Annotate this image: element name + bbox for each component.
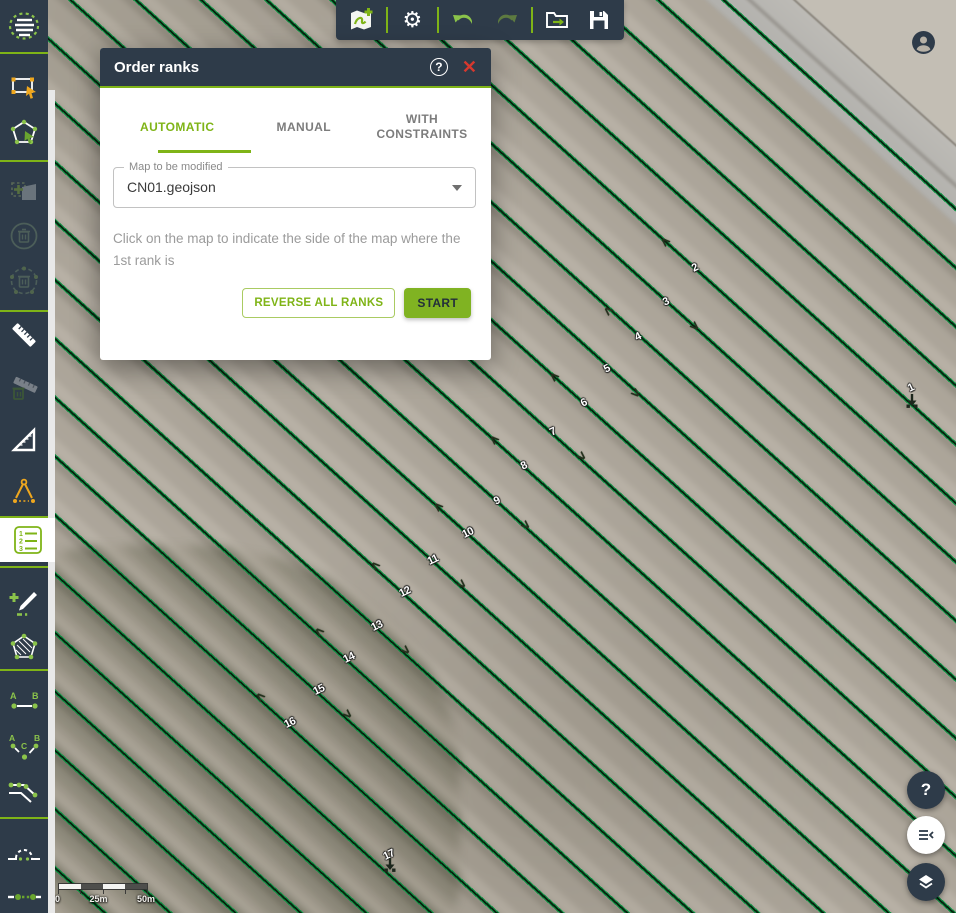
- tab-manual[interactable]: MANUAL: [241, 120, 368, 135]
- dialog-instruction: Click on the map to indicate the side of…: [113, 228, 475, 273]
- delete-selection-icon: [8, 265, 40, 297]
- svg-text:A: A: [9, 733, 15, 743]
- offset-lines-icon: [6, 776, 42, 808]
- segment-ab-tool[interactable]: A B: [0, 681, 48, 725]
- order-ranks-dialog: Order ranks ? ✕ AUTOMATIC MANUAL WITH CO…: [100, 48, 491, 360]
- draw-polygon-tool[interactable]: [0, 625, 48, 669]
- scale-label-end: 50m: [137, 894, 155, 904]
- select-polygon-icon: [9, 118, 39, 148]
- dialog-header[interactable]: Order ranks ? ✕: [100, 48, 491, 88]
- add-shape-icon: [9, 175, 39, 205]
- close-icon[interactable]: ✕: [462, 58, 477, 76]
- draw-polygon-icon: [8, 631, 40, 663]
- dashed-line-icon: [6, 887, 42, 913]
- select-rectangle-icon: [9, 72, 39, 102]
- undo-icon: [450, 6, 478, 34]
- user-avatar[interactable]: [911, 30, 936, 60]
- collapse-menu-fab[interactable]: [907, 816, 945, 854]
- chevron-down-icon: [452, 185, 462, 191]
- order-ranks-tool[interactable]: 1 2 3: [0, 518, 55, 562]
- segment-ab-icon: A B: [6, 688, 42, 718]
- draw-line-tool[interactable]: [0, 581, 48, 625]
- svg-text:B: B: [34, 733, 40, 743]
- order-ranks-icon: 1 2 3: [12, 524, 44, 556]
- collapse-menu-icon: [916, 825, 936, 845]
- redo-icon: [492, 6, 520, 34]
- delete-feature-tool[interactable]: [0, 214, 48, 258]
- set-square-icon: [7, 423, 41, 457]
- dialog-title: Order ranks: [114, 59, 430, 76]
- measure-ruler-tool[interactable]: [0, 313, 48, 357]
- delete-feature-icon: [8, 220, 40, 252]
- map-scale-bar: 0 25m 50m: [58, 883, 154, 904]
- app-window: 12>3>4>5>6>7>8>9>10>11>12>13>14>15>16>17…: [0, 0, 956, 913]
- start-button[interactable]: START: [404, 288, 471, 318]
- export-folder-icon: [543, 6, 571, 34]
- dialog-actions: REVERSE ALL RANKS START: [100, 288, 471, 318]
- field-rows-icon: [7, 9, 41, 43]
- export-folder-button[interactable]: [540, 3, 574, 37]
- redo-button[interactable]: [489, 3, 523, 37]
- map-select-label: Map to be modified: [124, 161, 228, 173]
- svg-text:1: 1: [19, 531, 23, 538]
- svg-text:B: B: [32, 691, 39, 701]
- scale-label-mid: 25m: [89, 894, 107, 904]
- help-icon: ?: [921, 780, 931, 800]
- select-polygon-tool[interactable]: [0, 111, 48, 155]
- tab-automatic[interactable]: AUTOMATIC: [114, 120, 241, 135]
- top-toolbar: ⚙: [336, 0, 624, 40]
- svg-text:C: C: [21, 741, 27, 751]
- scale-label-zero: 0: [55, 894, 60, 904]
- arc-icon: [6, 838, 42, 868]
- settings-gear-icon: ⚙: [403, 9, 423, 31]
- set-square-tool[interactable]: [0, 418, 48, 462]
- dashed-line-tool[interactable]: [0, 880, 48, 913]
- tab-with-constraints[interactable]: WITH CONSTRAINTS: [367, 112, 477, 142]
- map-select[interactable]: Map to be modified CN01.geojson: [113, 167, 476, 208]
- field-rows-tool[interactable]: [0, 4, 48, 48]
- map-select-value: CN01.geojson: [127, 179, 216, 195]
- delete-measure-tool[interactable]: [0, 366, 48, 410]
- svg-text:3: 3: [19, 546, 23, 553]
- delete-selection-tool[interactable]: [0, 259, 48, 303]
- tool-sidebar: 1 2 3: [0, 0, 48, 913]
- add-map-icon: [347, 6, 375, 34]
- layers-fab[interactable]: [907, 863, 945, 901]
- active-tab-underline: [158, 150, 251, 153]
- scale-bar-segments: [58, 883, 148, 890]
- angle-abc-icon: A B C: [6, 732, 42, 764]
- save-button[interactable]: [582, 3, 616, 37]
- delete-measure-icon: [7, 371, 41, 405]
- sidebar-scrollbar[interactable]: [48, 90, 55, 913]
- add-map-button[interactable]: [344, 3, 378, 37]
- draw-line-icon: [7, 586, 41, 620]
- undo-button[interactable]: [447, 3, 481, 37]
- layers-icon: [916, 872, 936, 892]
- dialog-tabs: AUTOMATIC MANUAL WITH CONSTRAINTS: [100, 88, 491, 142]
- compass-icon: [7, 475, 41, 509]
- help-icon[interactable]: ?: [430, 58, 448, 76]
- select-rectangle-tool[interactable]: [0, 65, 48, 109]
- settings-button[interactable]: ⚙: [395, 3, 429, 37]
- add-shape-tool[interactable]: [0, 168, 48, 212]
- compass-tool[interactable]: [0, 470, 48, 514]
- user-avatar-icon: [911, 30, 936, 55]
- angle-abc-tool[interactable]: A B C: [0, 726, 48, 770]
- arc-tool[interactable]: [0, 831, 48, 875]
- svg-text:A: A: [10, 691, 17, 701]
- svg-text:2: 2: [19, 539, 23, 546]
- save-icon: [586, 7, 612, 33]
- help-fab[interactable]: ?: [907, 771, 945, 809]
- reverse-all-ranks-button[interactable]: REVERSE ALL RANKS: [242, 288, 395, 318]
- offset-lines-tool[interactable]: [0, 770, 48, 814]
- measure-ruler-icon: [7, 318, 41, 352]
